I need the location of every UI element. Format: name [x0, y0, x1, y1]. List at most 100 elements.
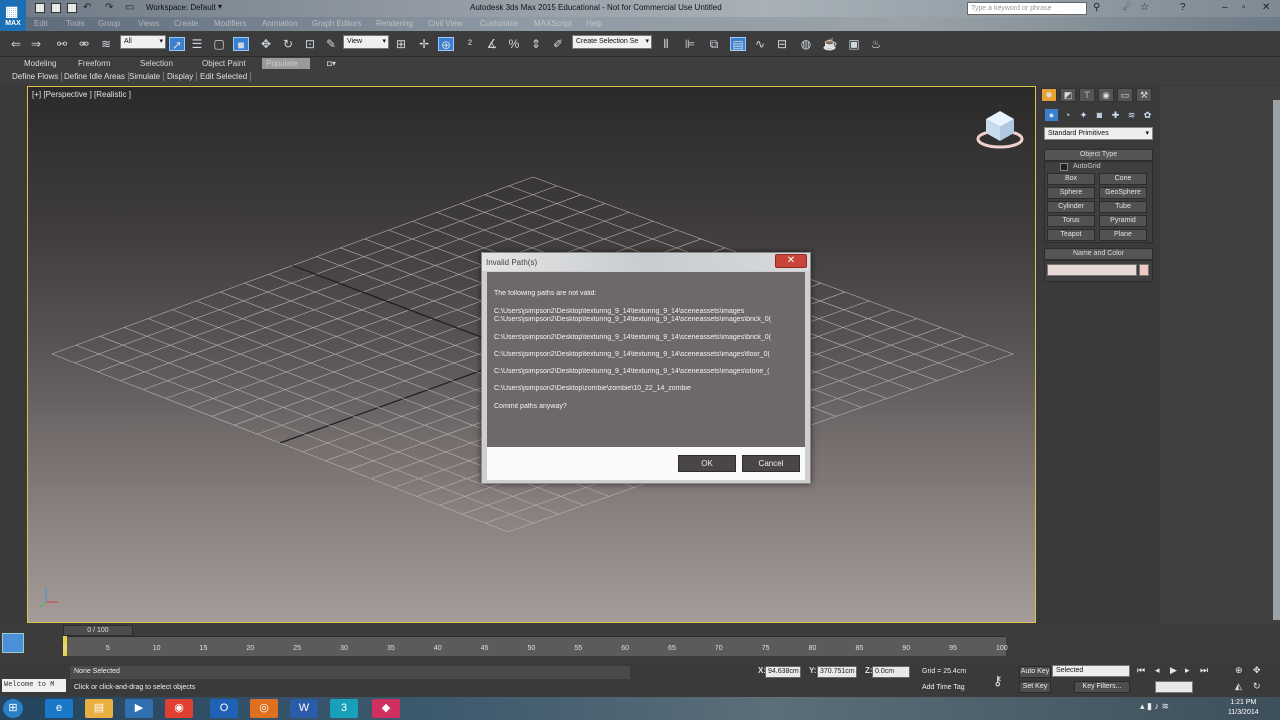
file-explorer-icon[interactable]: ▤: [85, 699, 113, 718]
primitive-category-dropdown[interactable]: Standard Primitives ▾: [1044, 127, 1153, 140]
plane-button[interactable]: Plane: [1099, 229, 1147, 241]
go-to-end-icon[interactable]: ⏭: [1200, 665, 1208, 676]
outlook-icon[interactable]: O: [210, 699, 238, 718]
lights-icon[interactable]: ✦: [1077, 109, 1090, 121]
set-key-button[interactable]: Set Key: [1019, 681, 1051, 693]
field-of-view-icon[interactable]: ◭: [1235, 681, 1242, 692]
zoom-extents-icon[interactable]: ⊕: [1235, 665, 1243, 676]
system-clock[interactable]: 1:21 PM 11/3/2014: [1228, 698, 1259, 718]
ribbon-tab-selection[interactable]: Selection: [140, 59, 173, 68]
favorites-star-icon[interactable]: ☆: [1140, 2, 1149, 13]
snaps-toggle-icon[interactable]: ²: [462, 37, 478, 51]
key-mode-selection-dropdown[interactable]: Selected: [1052, 665, 1130, 677]
minimize-icon[interactable]: –: [1222, 2, 1228, 13]
y-coordinate-field[interactable]: 370.751cm: [817, 666, 857, 678]
play-icon[interactable]: ▶: [1170, 665, 1177, 676]
keyboard-shortcut-override-icon[interactable]: ⊕: [438, 37, 454, 52]
menu-edit[interactable]: Edit: [34, 19, 48, 28]
undo-icon[interactable]: ⇐: [8, 37, 24, 51]
dialog-titlebar[interactable]: Invalid Path(s) ✕: [482, 253, 810, 271]
binoculars-icon[interactable]: ⚲: [1093, 2, 1100, 13]
communication-center-icon[interactable]: ☄: [1123, 2, 1132, 13]
place-icon[interactable]: ✎: [323, 37, 339, 51]
menu-civil-view[interactable]: Civil View: [428, 19, 463, 28]
create-tab-icon[interactable]: ✹: [1041, 88, 1057, 102]
start-button-icon[interactable]: ⊞: [3, 699, 23, 718]
3ds-max-icon[interactable]: 3: [330, 699, 358, 718]
geosphere-button[interactable]: GeoSphere: [1099, 187, 1147, 199]
cancel-button[interactable]: Cancel: [742, 455, 800, 472]
teapot-button[interactable]: Teapot: [1047, 229, 1095, 241]
orbit-icon[interactable]: ↻: [1253, 681, 1261, 692]
internet-explorer-icon[interactable]: e: [45, 699, 73, 718]
redo-icon[interactable]: ↷: [105, 2, 113, 13]
angle-snap-icon[interactable]: ∡: [484, 37, 500, 51]
x-coordinate-field[interactable]: 94.638cm: [765, 666, 801, 678]
ok-button[interactable]: OK: [678, 455, 736, 472]
object-name-field[interactable]: [1047, 264, 1137, 276]
app-menu-button[interactable]: ▦ MAX: [0, 0, 26, 32]
schematic-view-icon[interactable]: ⊟: [774, 37, 790, 51]
rectangular-selection-icon[interactable]: ▢: [211, 37, 227, 51]
sphere-button[interactable]: Sphere: [1047, 187, 1095, 199]
save-file-icon[interactable]: [67, 3, 77, 13]
undo-icon[interactable]: ↶: [83, 2, 91, 13]
key-filters-button[interactable]: Key Filters...: [1074, 681, 1130, 693]
torus-button[interactable]: Torus: [1047, 215, 1095, 227]
redo-icon[interactable]: ⇒: [28, 37, 44, 51]
object-color-swatch[interactable]: [1139, 264, 1149, 276]
tube-button[interactable]: Tube: [1099, 201, 1147, 213]
go-to-start-icon[interactable]: ⏮: [1137, 665, 1145, 676]
graphite-ribbon-icon[interactable]: ▤: [730, 37, 746, 52]
space-warps-icon[interactable]: ≋: [1125, 109, 1138, 121]
workspace-dropdown[interactable]: Workspace: Default: [146, 3, 216, 12]
mini-curve-editor-icon[interactable]: [2, 633, 24, 653]
menu-rendering[interactable]: Rendering: [376, 19, 413, 28]
select-and-scale-icon[interactable]: ⊡: [302, 37, 318, 51]
menu-help[interactable]: Help: [586, 19, 602, 28]
cone-button[interactable]: Cone: [1099, 173, 1147, 185]
unlink-selection-icon[interactable]: ⚮: [76, 37, 92, 51]
maximize-icon[interactable]: ▫: [1242, 2, 1246, 13]
select-by-name-icon[interactable]: ☰: [189, 37, 205, 51]
object-type-rollout-title[interactable]: Object Type: [1044, 149, 1153, 161]
close-icon[interactable]: ✕: [1262, 2, 1270, 13]
project-folder-icon[interactable]: ▭: [125, 2, 134, 13]
ribbon-tab-object-paint[interactable]: Object Paint: [202, 59, 246, 68]
render-setup-icon[interactable]: ☕: [822, 37, 838, 51]
z-coordinate-field[interactable]: 0.0cm: [872, 666, 910, 678]
volume-icon[interactable]: ♪: [1154, 701, 1161, 711]
viewcube-icon[interactable]: [976, 107, 1024, 151]
pan-view-icon[interactable]: ✥: [1253, 665, 1261, 676]
ribbon-edit-selected[interactable]: Edit Selected: [197, 72, 252, 81]
ribbon-simulate[interactable]: Simulate: [126, 72, 165, 81]
wifi-icon[interactable]: ≋: [1162, 701, 1170, 711]
rendered-frame-window-icon[interactable]: ▣: [846, 37, 862, 51]
set-key-mode-icon[interactable]: ⚷: [993, 673, 1003, 689]
menu-animation[interactable]: Animation: [262, 19, 298, 28]
menu-maxscript[interactable]: MAXScript: [534, 19, 572, 28]
current-frame-field[interactable]: [1155, 681, 1193, 693]
align-icon[interactable]: ⊫: [682, 37, 698, 51]
viewport-label-menu[interactable]: [+] [Perspective ] [Realistic ]: [32, 90, 131, 99]
select-and-link-icon[interactable]: ⚯: [54, 37, 70, 51]
menu-modifiers[interactable]: Modifiers: [214, 19, 246, 28]
reference-coordinate-dropdown[interactable]: View ▾: [343, 35, 389, 49]
box-button[interactable]: Box: [1047, 173, 1095, 185]
motion-tab-icon[interactable]: ◉: [1098, 88, 1114, 102]
spinner-snap-icon[interactable]: ⇕: [528, 37, 544, 51]
edit-named-selection-icon[interactable]: ✐: [550, 37, 566, 51]
percent-snap-icon[interactable]: %: [506, 37, 522, 51]
ribbon-tab-modeling[interactable]: Modeling: [24, 59, 56, 68]
systems-icon[interactable]: ✿: [1141, 109, 1154, 121]
pyramid-button[interactable]: Pyramid: [1099, 215, 1147, 227]
menu-views[interactable]: Views: [138, 19, 159, 28]
firefox-icon[interactable]: ◎: [250, 699, 278, 718]
ribbon-display[interactable]: Display: [164, 72, 198, 81]
ribbon-define-flows[interactable]: Define Flows: [9, 72, 63, 81]
select-and-rotate-icon[interactable]: ↻: [280, 37, 296, 51]
menu-create[interactable]: Create: [174, 19, 198, 28]
selection-filter-dropdown[interactable]: All ▾: [120, 35, 166, 49]
ribbon-tab-freeform[interactable]: Freeform: [78, 59, 110, 68]
ribbon-define-idle-areas[interactable]: Define Idle Areas: [61, 72, 129, 81]
